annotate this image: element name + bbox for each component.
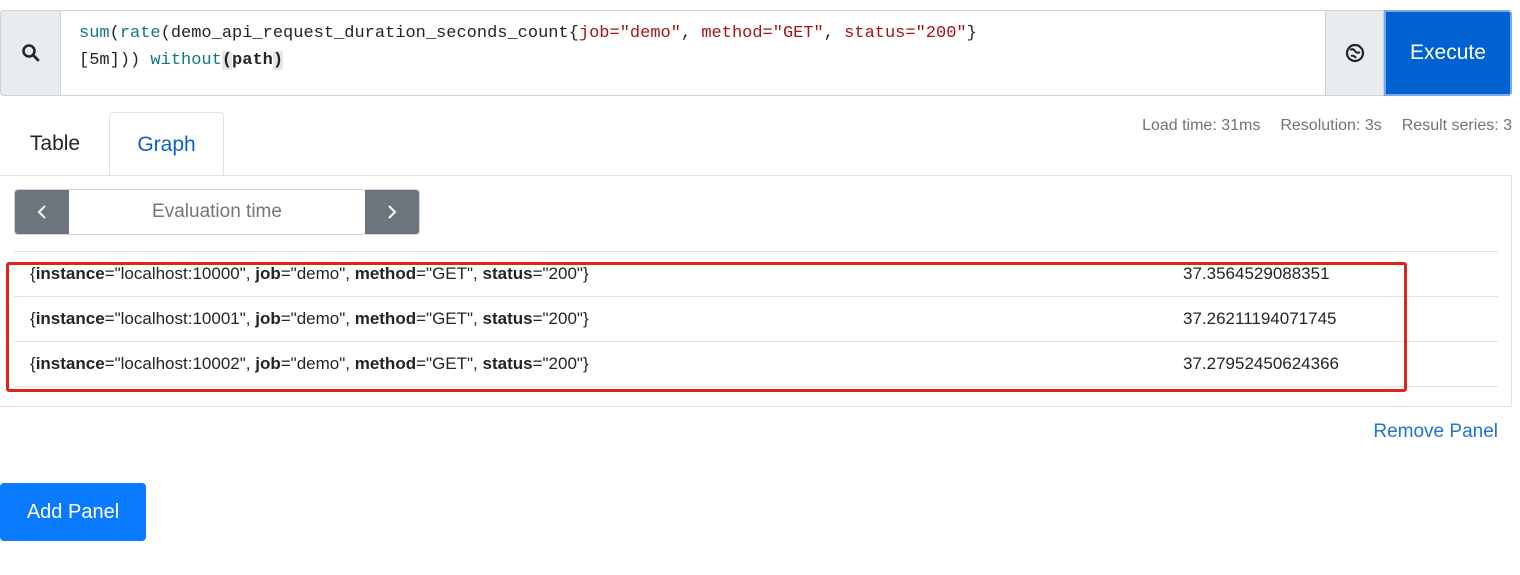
globe-icon (1345, 43, 1364, 63)
query-token: method="GET" (701, 24, 824, 43)
query-stats: Load time: 31ms Resolution: 3s Result se… (1142, 117, 1512, 135)
table-row: {instance="localhost:10002", job="demo",… (14, 342, 1498, 387)
label-key-method: method (354, 309, 417, 328)
label-key-status: status (482, 264, 533, 283)
query-token: , (823, 24, 845, 43)
query-bar: sum(rate(demo_api_request_duration_secon… (0, 0, 1520, 98)
query-token: ( (109, 24, 120, 43)
query-close-parens: )) (119, 51, 151, 70)
label-key-instance: instance (35, 264, 105, 283)
query-token: } (966, 24, 977, 43)
table-row: {instance="localhost:10001", job="demo",… (14, 297, 1498, 342)
query-line-1: sum(rate(demo_api_request_duration_secon… (79, 20, 1307, 47)
label-key-status: status (482, 309, 533, 328)
add-panel-button[interactable]: Add Panel (0, 483, 146, 541)
evaluation-time-input[interactable] (69, 190, 365, 234)
metrics-explorer-button[interactable] (1326, 10, 1384, 96)
series-value: 37.3564529088351 (1183, 264, 1330, 283)
query-path-label: path (232, 51, 273, 70)
label-key-job: job (255, 264, 281, 283)
search-icon (21, 44, 39, 62)
label-key-job: job (255, 309, 281, 328)
execute-button[interactable]: Execute (1384, 10, 1512, 96)
label-key-job: job (255, 354, 281, 373)
query-token: status="200" (844, 24, 967, 43)
query-token: , (680, 24, 702, 43)
label-value-method: GET (432, 354, 468, 373)
query-without-keyword: without (150, 51, 222, 70)
query-token: job="demo" (578, 24, 681, 43)
label-value-instance: localhost:10002 (120, 354, 240, 373)
table-panel: {instance="localhost:10000", job="demo",… (0, 175, 1512, 407)
search-icon-box (0, 10, 60, 96)
label-value-method: GET (432, 264, 468, 283)
series-value: 37.27952450624366 (1183, 354, 1339, 373)
table-row: {instance="localhost:10000", job="demo",… (14, 252, 1498, 297)
label-key-method: method (354, 264, 417, 283)
query-close-paren: ) (272, 51, 284, 70)
series-labels: {instance="localhost:10001", job="demo",… (30, 309, 589, 328)
label-value-job: demo (296, 264, 340, 283)
series-labels: {instance="localhost:10000", job="demo",… (30, 264, 589, 283)
query-token: sum (79, 24, 110, 43)
label-value-job: demo (296, 354, 340, 373)
chevron-left-icon (37, 205, 46, 219)
results-table: {instance="localhost:10000", job="demo",… (14, 251, 1498, 387)
label-value-status: 200 (548, 354, 577, 373)
chevron-right-icon (388, 205, 397, 219)
evaluation-time-control (14, 189, 420, 235)
label-value-instance: localhost:10000 (120, 264, 240, 283)
tab-table[interactable]: Table (0, 112, 110, 176)
query-line-2: [5m])) without(path) (79, 47, 1307, 74)
remove-panel-link[interactable]: Remove Panel (1373, 421, 1498, 443)
result-series: Result series: 3 (1401, 117, 1512, 134)
query-token: rate (119, 24, 161, 43)
resolution: Resolution: 3s (1280, 117, 1382, 134)
label-key-instance: instance (35, 309, 105, 328)
label-value-instance: localhost:10001 (120, 309, 240, 328)
label-key-status: status (482, 354, 533, 373)
label-value-status: 200 (548, 264, 577, 283)
eval-prev-button[interactable] (15, 190, 69, 234)
label-key-method: method (354, 354, 417, 373)
query-token: (demo_api_request_duration_seconds_count… (160, 24, 579, 43)
label-key-instance: instance (35, 354, 105, 373)
query-open-paren: ( (221, 51, 233, 70)
label-value-job: demo (296, 309, 340, 328)
series-labels: {instance="localhost:10002", job="demo",… (30, 354, 589, 373)
label-value-status: 200 (548, 309, 577, 328)
load-time: Load time: 31ms (1142, 117, 1261, 134)
query-range: [5m] (79, 51, 120, 70)
tab-graph[interactable]: Graph (109, 112, 224, 176)
eval-next-button[interactable] (365, 190, 419, 234)
series-value: 37.26211194071745 (1183, 309, 1337, 328)
label-value-method: GET (432, 309, 468, 328)
query-editor[interactable]: sum(rate(demo_api_request_duration_secon… (60, 10, 1326, 96)
